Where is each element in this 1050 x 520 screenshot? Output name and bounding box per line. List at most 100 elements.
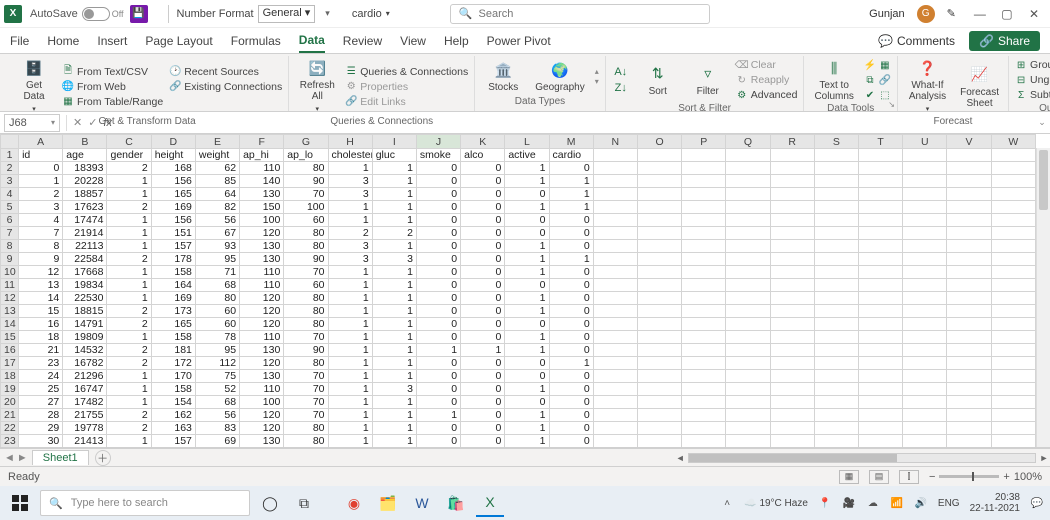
clock[interactable]: 20:38 22-11-2021: [970, 492, 1020, 514]
cell[interactable]: [770, 409, 814, 422]
col-header[interactable]: G: [284, 135, 328, 149]
cell[interactable]: [637, 409, 681, 422]
row-header[interactable]: 10: [1, 266, 19, 279]
cell[interactable]: 3: [328, 253, 372, 266]
cell[interactable]: [991, 448, 1035, 449]
cell[interactable]: 13: [19, 279, 63, 292]
cell[interactable]: [947, 435, 991, 448]
consolidate-icon[interactable]: ▦: [879, 59, 891, 71]
cell[interactable]: [947, 162, 991, 175]
header-cell[interactable]: cardio: [549, 149, 593, 162]
cell[interactable]: [814, 422, 858, 435]
cell[interactable]: [770, 188, 814, 201]
cell[interactable]: [682, 448, 726, 449]
cell[interactable]: [814, 409, 858, 422]
cell[interactable]: 85: [195, 175, 239, 188]
row-header[interactable]: 18: [1, 370, 19, 383]
cell[interactable]: 164: [151, 279, 195, 292]
number-format-select[interactable]: General ▾: [258, 5, 316, 23]
cell[interactable]: 1: [372, 422, 416, 435]
cell[interactable]: [593, 448, 637, 449]
cell[interactable]: 80: [284, 422, 328, 435]
cell[interactable]: 0: [549, 240, 593, 253]
header-cell[interactable]: smoke: [416, 149, 460, 162]
cell[interactable]: [991, 253, 1035, 266]
cell[interactable]: 156: [151, 175, 195, 188]
tab-help[interactable]: Help: [444, 30, 469, 52]
cell[interactable]: [682, 344, 726, 357]
header-cell[interactable]: [858, 149, 902, 162]
col-header[interactable]: F: [240, 135, 284, 149]
header-cell[interactable]: [682, 149, 726, 162]
col-header[interactable]: B: [63, 135, 107, 149]
cell[interactable]: [770, 422, 814, 435]
row-header[interactable]: 13: [1, 305, 19, 318]
volume-icon[interactable]: 🔊: [914, 498, 928, 509]
cell[interactable]: [637, 318, 681, 331]
share-button[interactable]: 🔗 Share: [969, 31, 1040, 51]
cell[interactable]: [770, 435, 814, 448]
cell[interactable]: [858, 175, 902, 188]
start-button[interactable]: [6, 489, 34, 517]
cell[interactable]: [726, 409, 770, 422]
cell[interactable]: 120: [240, 409, 284, 422]
cell[interactable]: 82: [195, 201, 239, 214]
header-cell[interactable]: gender: [107, 149, 151, 162]
cell[interactable]: 2: [107, 305, 151, 318]
cell[interactable]: 67: [195, 227, 239, 240]
cell[interactable]: 130: [240, 253, 284, 266]
col-header[interactable]: K: [461, 135, 505, 149]
cell[interactable]: [814, 227, 858, 240]
col-header[interactable]: O: [637, 135, 681, 149]
cell[interactable]: [593, 344, 637, 357]
cell[interactable]: 1: [505, 305, 549, 318]
cell[interactable]: [991, 331, 1035, 344]
cell[interactable]: [858, 227, 902, 240]
cell[interactable]: 0: [461, 201, 505, 214]
cell[interactable]: [903, 357, 947, 370]
row-header[interactable]: 16: [1, 344, 19, 357]
cell[interactable]: [947, 240, 991, 253]
cell[interactable]: 17474: [63, 214, 107, 227]
flash-fill-icon[interactable]: ⚡: [864, 59, 876, 71]
cell[interactable]: [637, 253, 681, 266]
cell[interactable]: 1: [372, 266, 416, 279]
user-name[interactable]: Gunjan: [869, 8, 904, 20]
header-cell[interactable]: weight: [195, 149, 239, 162]
header-cell[interactable]: ap_hi: [240, 149, 284, 162]
cell[interactable]: [593, 279, 637, 292]
cell[interactable]: 110: [240, 383, 284, 396]
tab-file[interactable]: File: [10, 30, 29, 52]
row-header[interactable]: 12: [1, 292, 19, 305]
tray-expand-icon[interactable]: ˄: [720, 498, 734, 509]
cell[interactable]: 64: [195, 188, 239, 201]
cell[interactable]: 2: [107, 422, 151, 435]
cell[interactable]: [682, 422, 726, 435]
cell[interactable]: [903, 331, 947, 344]
cell[interactable]: [903, 175, 947, 188]
cell[interactable]: [947, 175, 991, 188]
cell[interactable]: 1: [372, 409, 416, 422]
cell[interactable]: 62: [195, 162, 239, 175]
row-header[interactable]: 7: [1, 227, 19, 240]
cell[interactable]: [682, 305, 726, 318]
horizontal-scrollbar[interactable]: ◄ ►: [674, 451, 1050, 465]
cell[interactable]: [947, 383, 991, 396]
row-header[interactable]: 1: [1, 149, 19, 162]
cell[interactable]: [991, 214, 1035, 227]
cell[interactable]: [947, 253, 991, 266]
cell[interactable]: [726, 331, 770, 344]
cell[interactable]: 3: [328, 240, 372, 253]
cell[interactable]: 4: [19, 214, 63, 227]
cell[interactable]: 1: [505, 344, 549, 357]
cell[interactable]: [726, 214, 770, 227]
cell[interactable]: [858, 188, 902, 201]
cell[interactable]: 1: [19, 175, 63, 188]
cell[interactable]: 1: [505, 383, 549, 396]
cell[interactable]: 130: [240, 344, 284, 357]
cell[interactable]: [903, 227, 947, 240]
cell[interactable]: [991, 266, 1035, 279]
cell[interactable]: 80: [284, 162, 328, 175]
sort-button[interactable]: ⇅Sort: [636, 58, 680, 102]
cell[interactable]: [637, 396, 681, 409]
